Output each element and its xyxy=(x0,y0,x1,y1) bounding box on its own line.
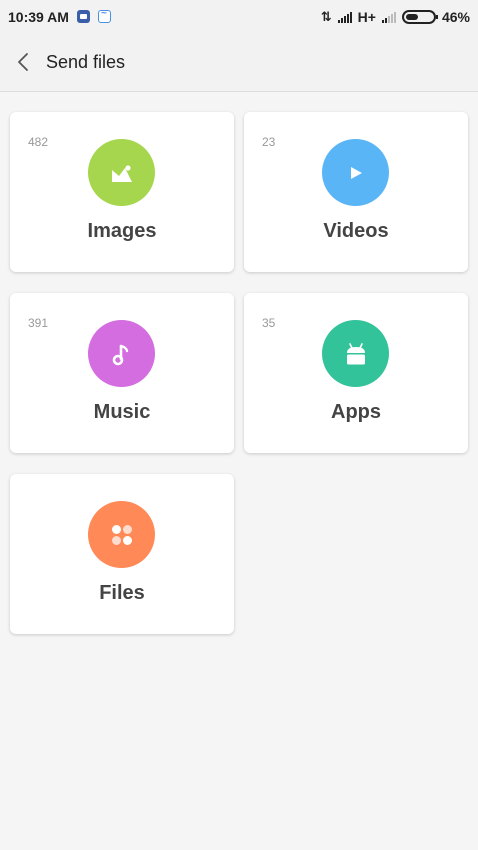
item-count: 23 xyxy=(262,135,276,149)
chevron-left-icon xyxy=(18,53,28,71)
page-title: Send files xyxy=(46,51,126,72)
message-notification-icon xyxy=(76,10,90,23)
app-header: Send files xyxy=(0,33,478,92)
item-count: 391 xyxy=(28,316,49,330)
signal-strength-2-icon xyxy=(381,11,396,23)
category-card-images[interactable]: 482 Images xyxy=(10,112,234,272)
music-icon-circle xyxy=(88,320,155,387)
category-card-videos[interactable]: 23 Videos xyxy=(244,112,468,272)
images-icon-circle xyxy=(88,139,155,206)
category-grid: 482 Images 23 Videos 391 Music 35 Apps F… xyxy=(10,112,468,634)
signal-strength-icon xyxy=(337,11,352,23)
play-icon xyxy=(350,166,362,179)
videos-icon-circle xyxy=(322,139,389,206)
music-note-icon xyxy=(112,344,128,365)
category-card-apps[interactable]: 35 Apps xyxy=(244,293,468,453)
data-transfer-icon: ⇅ xyxy=(320,8,332,24)
android-icon xyxy=(346,342,365,364)
category-label: Apps xyxy=(331,401,381,423)
category-label: Images xyxy=(87,220,157,242)
back-button[interactable] xyxy=(0,33,46,92)
category-label: Videos xyxy=(323,220,389,242)
battery-icon xyxy=(401,9,438,24)
item-count: 482 xyxy=(28,135,49,149)
files-grid-icon xyxy=(111,524,132,545)
category-label: Music xyxy=(93,401,151,423)
files-icon-circle xyxy=(88,501,155,568)
category-card-music[interactable]: 391 Music xyxy=(10,293,234,453)
status-time: 10:39 AM xyxy=(8,8,69,25)
image-icon xyxy=(111,164,132,182)
item-count: 35 xyxy=(262,316,276,330)
apps-icon-circle xyxy=(322,320,389,387)
category-card-files[interactable]: Files xyxy=(10,474,234,634)
network-type: H+ xyxy=(357,8,376,25)
battery-percent: 46% xyxy=(441,8,470,25)
app-notification-icon xyxy=(97,8,111,23)
category-label: Files xyxy=(99,582,145,604)
status-bar: 10:39 AM ⇅ H+ 46% xyxy=(0,0,478,33)
